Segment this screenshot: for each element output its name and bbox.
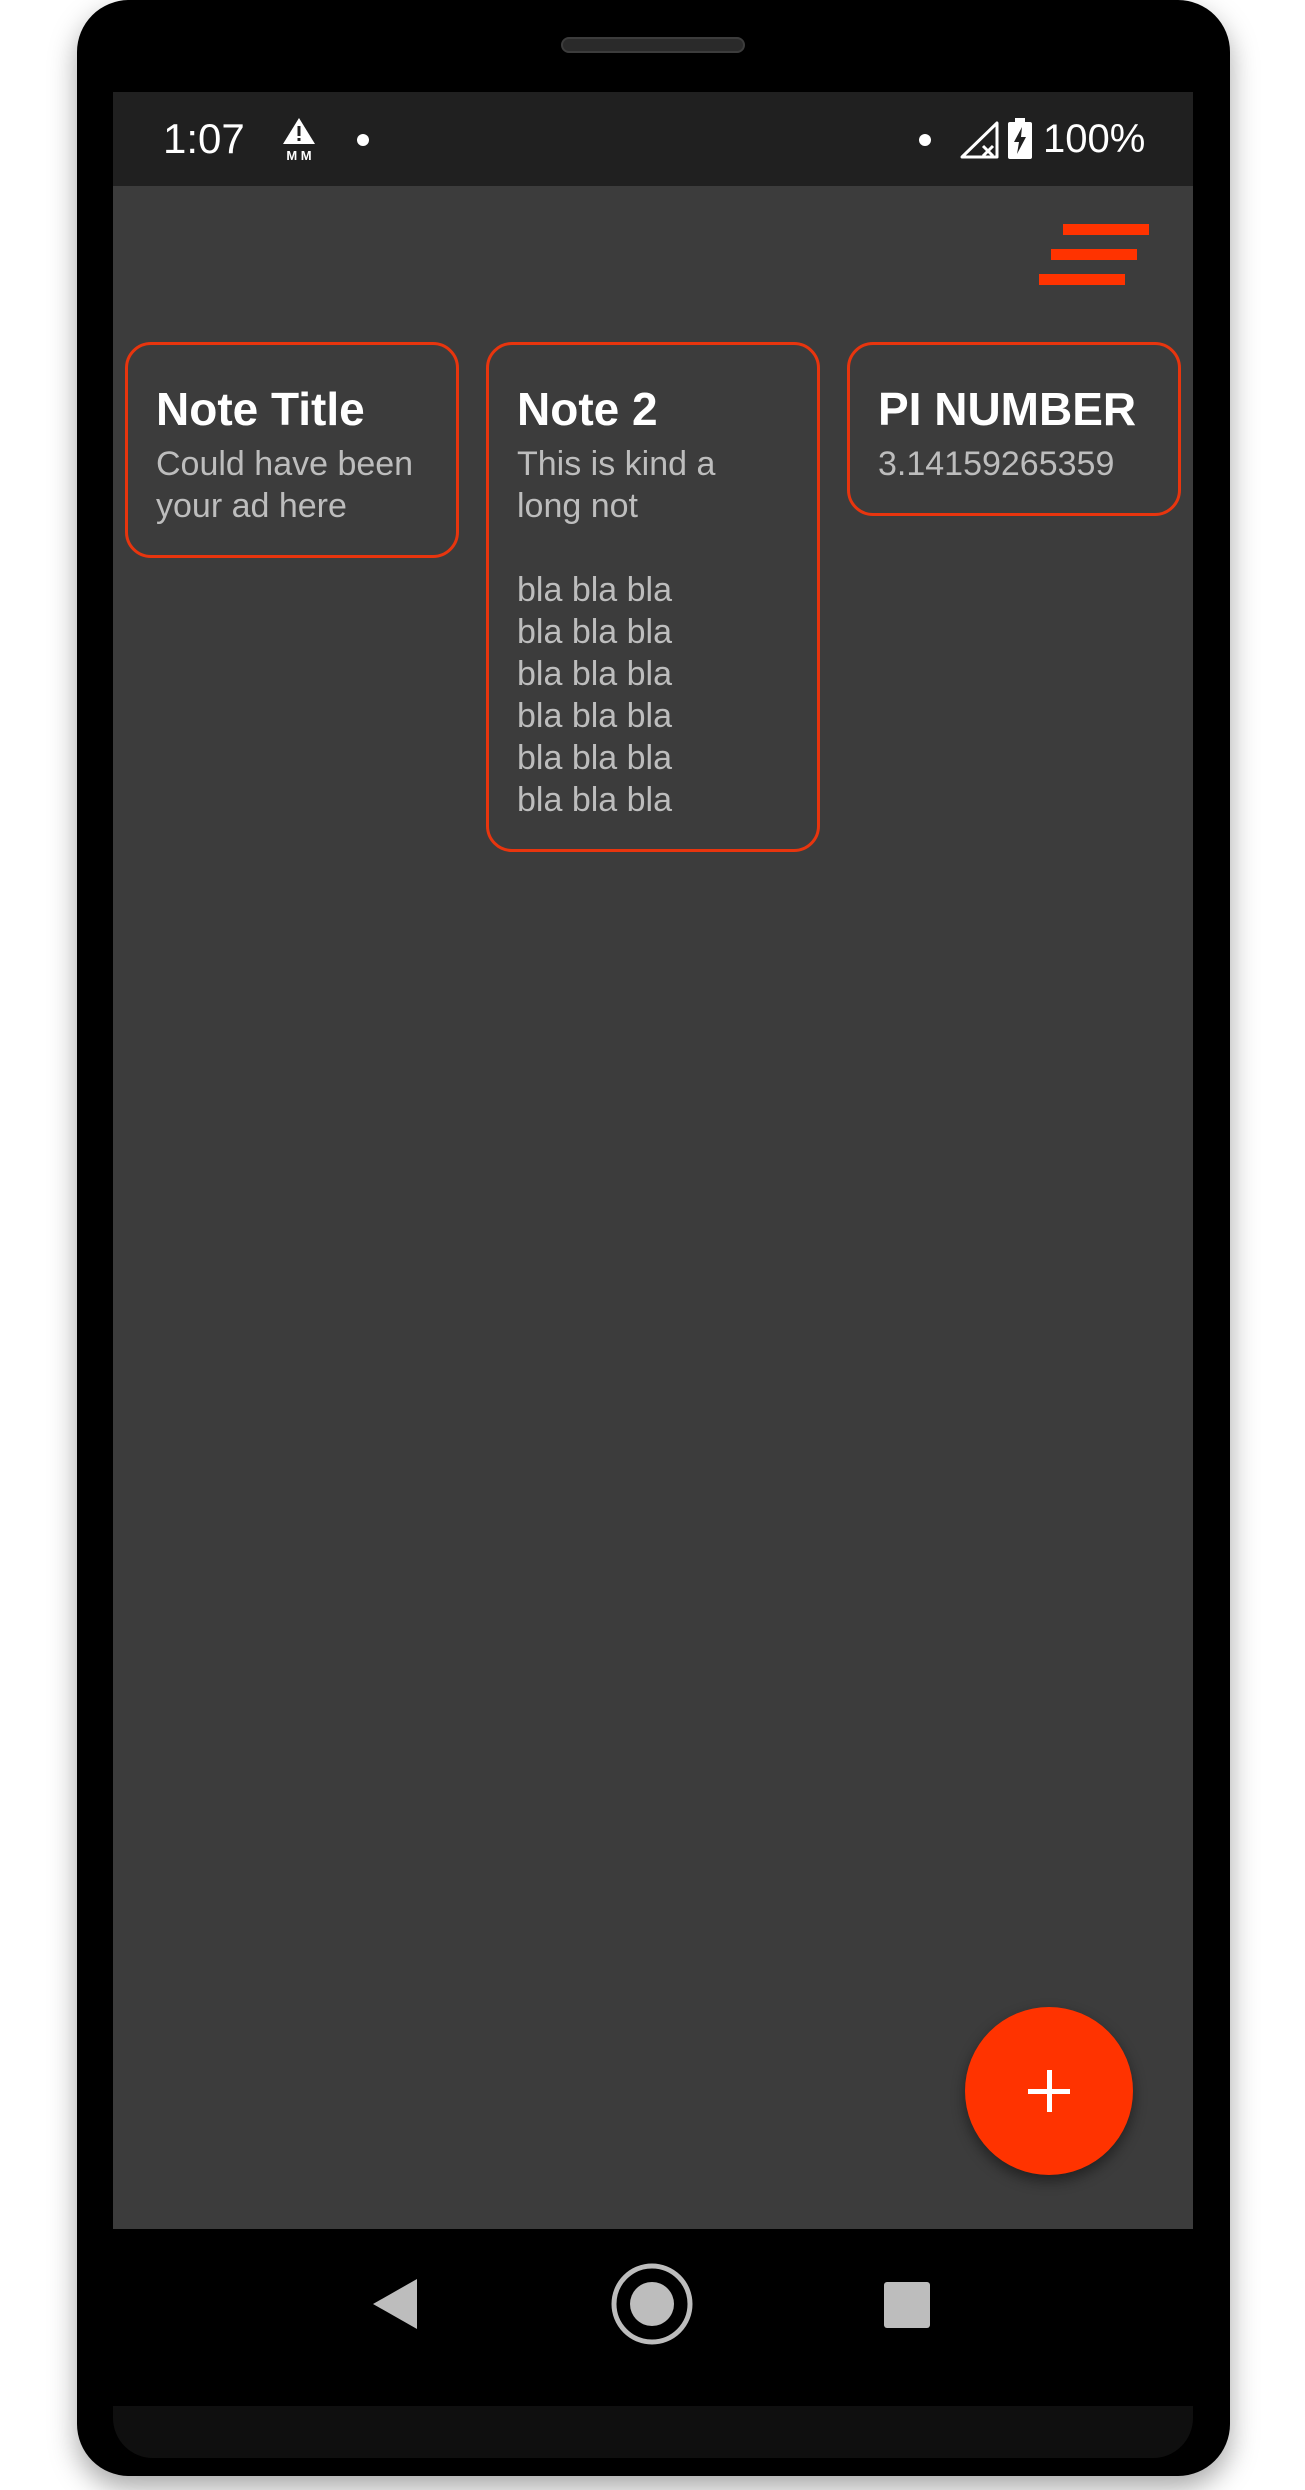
menu-line-bottom bbox=[1039, 274, 1125, 285]
note-card[interactable]: PI NUMBER 3.14159265359 bbox=[847, 342, 1181, 516]
home-icon[interactable] bbox=[610, 2262, 694, 2346]
note-title: PI NUMBER bbox=[878, 383, 1137, 435]
notification-dot-icon bbox=[919, 134, 931, 146]
back-icon[interactable] bbox=[371, 2277, 419, 2331]
alert-mm-icon: M M bbox=[283, 118, 315, 162]
note-body: Could have been your ad here bbox=[156, 445, 414, 525]
earpiece-speaker bbox=[561, 37, 745, 53]
add-note-button[interactable] bbox=[965, 2007, 1133, 2175]
phone-frame: 1:07 M M 100% Note Title Could have been… bbox=[77, 0, 1230, 2476]
battery-charging-icon bbox=[1008, 118, 1032, 159]
navigation-bar bbox=[113, 2229, 1193, 2389]
menu-line-middle bbox=[1051, 249, 1137, 260]
signal-off-icon bbox=[960, 121, 999, 159]
note-title: Note 2 bbox=[517, 383, 658, 435]
notification-dot-icon bbox=[357, 134, 369, 146]
menu-line-top bbox=[1063, 224, 1149, 235]
status-time: 1:07 bbox=[163, 115, 245, 162]
note-title: Note Title bbox=[156, 383, 365, 435]
note-body: 3.14159265359 bbox=[878, 445, 1115, 483]
status-bar: 1:07 M M 100% bbox=[113, 92, 1193, 186]
note-card[interactable]: Note 2 This is kind a long not bla bla b… bbox=[486, 342, 820, 852]
battery-percent: 100% bbox=[1043, 117, 1146, 161]
plus-icon-vertical bbox=[1047, 2070, 1052, 2112]
note-card[interactable]: Note Title Could have been your ad here bbox=[125, 342, 459, 558]
svg-text:M M: M M bbox=[286, 148, 311, 162]
notes-grid: Note Title Could have been your ad here … bbox=[125, 342, 1185, 1042]
recents-icon[interactable] bbox=[884, 2282, 930, 2328]
phone-chin bbox=[113, 2406, 1193, 2458]
note-body: This is kind a long not bla bla bla bla … bbox=[517, 445, 716, 819]
app-screen: 1:07 M M 100% Note Title Could have been… bbox=[113, 92, 1193, 2229]
sort-menu-button[interactable] bbox=[1039, 224, 1151, 294]
